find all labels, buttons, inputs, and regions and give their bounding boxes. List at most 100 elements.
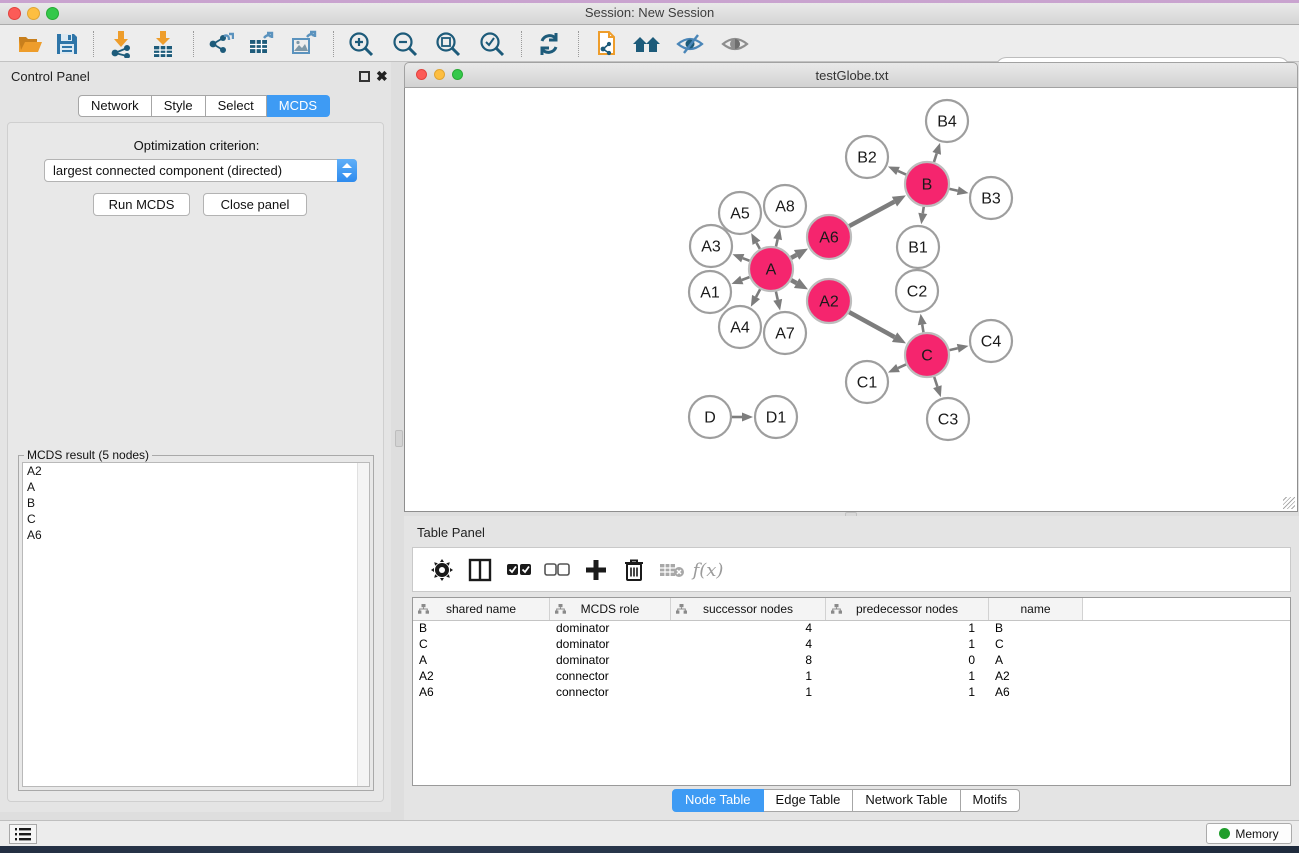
mcds-result-item[interactable]: B	[23, 495, 369, 511]
graph-node-D[interactable]: D	[689, 396, 731, 438]
graph-node-A6[interactable]: A6	[807, 215, 851, 259]
edge-B-B3[interactable]	[949, 189, 957, 191]
vertical-splitter-handle[interactable]	[395, 430, 403, 447]
open-session-icon[interactable]	[15, 30, 45, 58]
copy-network-view-icon[interactable]	[590, 30, 620, 58]
table-cell[interactable]: C	[413, 637, 550, 653]
tab-select[interactable]: Select	[206, 95, 267, 117]
edge-A-A3[interactable]	[743, 258, 750, 261]
table-cell[interactable]: A	[413, 653, 550, 669]
table-row[interactable]: Cdominator41C	[413, 637, 1290, 653]
tab-style[interactable]: Style	[152, 95, 206, 117]
table-cell[interactable]: A6	[413, 685, 550, 701]
deselect-all-icon[interactable]	[542, 556, 572, 584]
graph-node-B[interactable]: B	[905, 162, 949, 206]
table-row[interactable]: Adominator80A	[413, 653, 1290, 669]
graph-node-C4[interactable]: C4	[970, 320, 1012, 362]
home-icon[interactable]	[632, 30, 662, 58]
edge-C-C4[interactable]	[949, 348, 957, 350]
graph-node-A8[interactable]: A8	[764, 185, 806, 227]
import-network-icon[interactable]	[106, 30, 136, 58]
export-image-icon[interactable]	[289, 30, 319, 58]
clear-table-icon[interactable]	[657, 556, 687, 584]
edge-A-A2[interactable]	[791, 280, 796, 283]
refresh-icon[interactable]	[534, 30, 564, 58]
add-column-icon[interactable]	[581, 556, 611, 584]
table-cell[interactable]: 4	[671, 637, 826, 653]
optimization-criterion-select[interactable]: largest connected component (directed)	[44, 159, 357, 182]
zoom-selected-icon[interactable]	[477, 30, 507, 58]
table-cell[interactable]: A2	[989, 669, 1083, 685]
graph-node-A1[interactable]: A1	[689, 271, 731, 313]
table-cell[interactable]: dominator	[550, 653, 671, 669]
zoom-out-icon[interactable]	[390, 30, 420, 58]
edge-A-A1[interactable]	[742, 277, 750, 280]
network-canvas[interactable]: B4B2BB3A8A5A6A3B1AA1C2A2A4A7C4CC1C3DD1	[404, 88, 1298, 512]
graph-node-B1[interactable]: B1	[897, 226, 939, 268]
edge-B-B1[interactable]	[923, 207, 924, 214]
table-cell[interactable]: connector	[550, 685, 671, 701]
edge-B-B4[interactable]	[934, 153, 937, 162]
mcds-result-item[interactable]: A2	[23, 463, 369, 479]
edge-A-A7[interactable]	[776, 291, 778, 299]
column-header-MCDS-role[interactable]: MCDS role	[550, 598, 671, 620]
table-cell[interactable]: 1	[826, 637, 989, 653]
graph-node-B3[interactable]: B3	[970, 177, 1012, 219]
tab-motifs[interactable]: Motifs	[961, 789, 1021, 812]
column-header-successor-nodes[interactable]: successor nodes	[671, 598, 826, 620]
table-cell[interactable]: 1	[826, 685, 989, 701]
save-session-icon[interactable]	[52, 30, 82, 58]
column-header-name[interactable]: name	[989, 598, 1083, 620]
table-cell[interactable]: dominator	[550, 621, 671, 637]
float-panel-icon[interactable]	[359, 71, 370, 82]
edge-A6-B[interactable]	[849, 202, 894, 226]
list-scrollbar[interactable]	[357, 463, 369, 786]
table-cell[interactable]: dominator	[550, 637, 671, 653]
memory-button[interactable]: Memory	[1206, 823, 1292, 844]
edge-A2-C[interactable]	[849, 312, 894, 337]
table-row[interactable]: A6connector11A6	[413, 685, 1290, 701]
close-panel-button[interactable]: Close panel	[203, 193, 307, 216]
table-row[interactable]: A2connector11A2	[413, 669, 1290, 685]
close-panel-icon[interactable]: ✖	[376, 71, 388, 82]
graph-node-C3[interactable]: C3	[927, 398, 969, 440]
hide-eye-icon[interactable]	[675, 30, 705, 58]
edge-C-C1[interactable]	[898, 364, 906, 368]
table-cell[interactable]: connector	[550, 669, 671, 685]
table-cell[interactable]: C	[989, 637, 1083, 653]
node-table[interactable]: shared nameMCDS rolesuccessor nodesprede…	[412, 597, 1291, 786]
edge-C-C2[interactable]	[922, 325, 923, 333]
zoom-fit-icon[interactable]	[433, 30, 463, 58]
tab-node-table[interactable]: Node Table	[672, 789, 764, 812]
table-cell[interactable]: 1	[671, 685, 826, 701]
graph-node-B2[interactable]: B2	[846, 136, 888, 178]
split-panel-icon[interactable]	[465, 556, 495, 584]
table-cell[interactable]: 1	[826, 669, 989, 685]
show-eye-icon[interactable]	[720, 30, 750, 58]
graph-node-C2[interactable]: C2	[896, 270, 938, 312]
edge-A-A6[interactable]	[791, 255, 796, 258]
resize-grip-icon[interactable]	[1283, 497, 1295, 509]
zoom-in-icon[interactable]	[346, 30, 376, 58]
table-cell[interactable]: 1	[826, 621, 989, 637]
edge-C-C3[interactable]	[934, 377, 937, 387]
tab-mcds[interactable]: MCDS	[267, 95, 330, 117]
edge-B-B2[interactable]	[898, 171, 906, 175]
graph-node-C1[interactable]: C1	[846, 361, 888, 403]
table-cell[interactable]: 0	[826, 653, 989, 669]
show-panels-list-button[interactable]	[9, 824, 37, 844]
tab-network-table[interactable]: Network Table	[853, 789, 960, 812]
graph-node-A[interactable]: A	[749, 247, 793, 291]
graph-node-D1[interactable]: D1	[755, 396, 797, 438]
graph-node-B4[interactable]: B4	[926, 100, 968, 142]
table-cell[interactable]: B	[989, 621, 1083, 637]
tab-edge-table[interactable]: Edge Table	[764, 789, 854, 812]
delete-column-icon[interactable]	[619, 556, 649, 584]
function-builder-icon[interactable]: f(x)	[693, 556, 723, 584]
mcds-result-item[interactable]: A6	[23, 527, 369, 543]
edge-A-A8[interactable]	[776, 239, 778, 246]
table-cell[interactable]: 1	[671, 669, 826, 685]
mcds-result-item[interactable]: A	[23, 479, 369, 495]
table-cell[interactable]: A	[989, 653, 1083, 669]
column-header-shared-name[interactable]: shared name	[413, 598, 550, 620]
